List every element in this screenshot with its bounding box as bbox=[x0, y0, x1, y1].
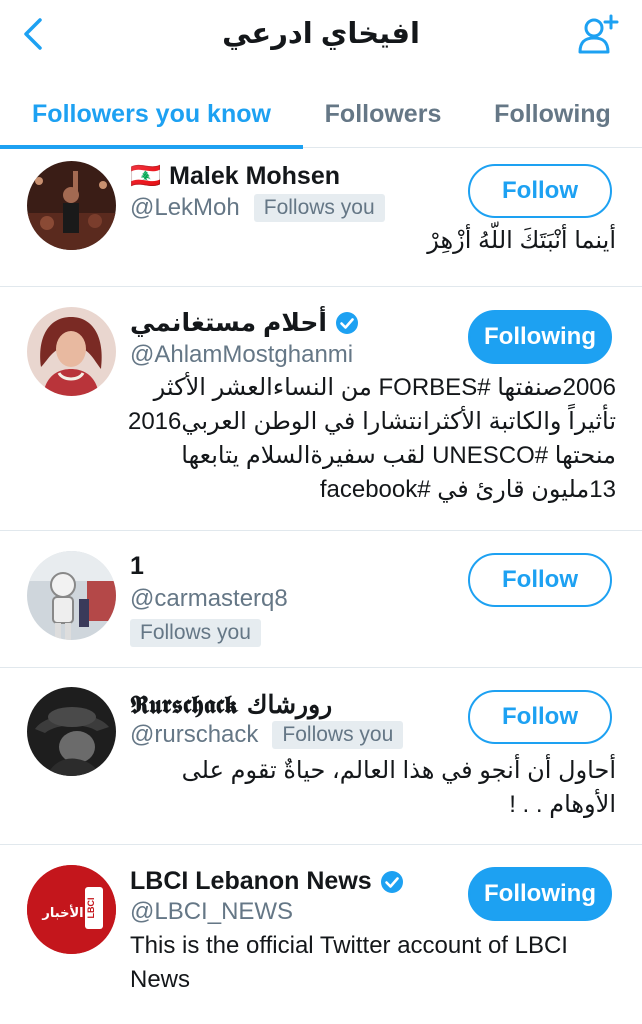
flag-lebanon-icon: 🇱🇧 bbox=[130, 162, 162, 190]
user-handle: @LBCI_NEWS bbox=[130, 898, 294, 925]
display-name: Malek Mohsen bbox=[169, 162, 341, 190]
avatar bbox=[27, 687, 116, 776]
user-name: LBCI Lebanon News bbox=[130, 867, 404, 896]
following-button[interactable]: Following bbox=[468, 867, 612, 921]
follows-you-badge: Follows you bbox=[130, 619, 261, 647]
verified-badge-icon bbox=[335, 312, 358, 334]
avatar bbox=[27, 307, 116, 396]
following-button[interactable]: Following bbox=[468, 310, 612, 364]
user-handle: @LekMoh bbox=[130, 194, 240, 221]
display-name: LBCI Lebanon News bbox=[130, 867, 372, 895]
add-user-icon bbox=[578, 14, 619, 54]
follow-button[interactable]: Follow bbox=[468, 164, 612, 218]
avatar: LBCI الأخبار bbox=[27, 865, 116, 954]
user-handle: @rurschack bbox=[130, 721, 259, 748]
page-title: افيخاي ادرعي bbox=[222, 18, 420, 50]
user-handle: @AhlamMostghanmi bbox=[130, 341, 354, 368]
lbci-logo: LBCI الأخبار bbox=[27, 865, 116, 954]
follow-button[interactable]: Follow bbox=[468, 553, 612, 607]
user-row[interactable]: 1 @carmasterq8 Follows you Follow bbox=[0, 531, 642, 668]
svg-text:الأخبار: الأخبار bbox=[41, 904, 83, 921]
user-handle: @carmasterq8 bbox=[130, 585, 288, 612]
tab-following[interactable]: Following bbox=[463, 80, 642, 148]
tab-followers[interactable]: Followers bbox=[303, 80, 463, 148]
follows-you-badge: Follows you bbox=[253, 194, 385, 222]
user-bio: أينما أنْبَتَكَ اللّهُ أزْهِرْ bbox=[427, 227, 616, 254]
user-row[interactable]: 🇱🇧 Malek Mohsen @LekMoh Follows you أينم… bbox=[0, 148, 642, 287]
user-name: أحلام مستغانمي bbox=[130, 308, 359, 338]
user-name: 𝕽𝖚𝖗𝖘𝖈𝖍𝖆𝖈𝖐 رورشاك bbox=[130, 690, 332, 720]
user-row[interactable]: 𝕽𝖚𝖗𝖘𝖈𝖍𝖆𝖈𝖐 رورشاك @rurschack Follows you … bbox=[0, 668, 642, 845]
user-bio: 2006صنفتها #FORBES من النساءالعشر الأكثر… bbox=[127, 374, 616, 503]
avatar bbox=[27, 551, 116, 640]
handle-line: @rurschack Follows you bbox=[130, 721, 404, 749]
avatar bbox=[27, 161, 116, 250]
badge-line: Follows you bbox=[130, 619, 261, 647]
handle-line: @AhlamMostghanmi bbox=[130, 341, 353, 369]
user-row[interactable]: LBCI الأخبار LBCI Lebanon News @LBCI_NEW… bbox=[0, 845, 642, 1024]
tab-bar: Followers you know Followers Following bbox=[0, 80, 642, 149]
add-user-button[interactable] bbox=[576, 12, 620, 56]
handle-line: @LekMoh Follows you bbox=[130, 194, 385, 222]
user-name: 1 bbox=[130, 552, 144, 581]
user-name: 🇱🇧 Malek Mohsen bbox=[130, 162, 340, 191]
display-name: 𝕽𝖚𝖗𝖘𝖈𝖍𝖆𝖈𝖐 رورشاك bbox=[130, 690, 333, 719]
svg-text:LBCI: LBCI bbox=[86, 898, 96, 919]
verified-badge-icon bbox=[380, 870, 403, 893]
handle-line: @LBCI_NEWS bbox=[130, 898, 293, 926]
user-bio: This is the official Twitter account of … bbox=[130, 932, 568, 993]
user-bio: أحاول أن أنجو في هذا العالم، حياةٌ تقوم … bbox=[181, 757, 616, 818]
follow-button[interactable]: Follow bbox=[468, 690, 612, 744]
handle-line: @carmasterq8 bbox=[130, 585, 288, 613]
user-row[interactable]: أحلام مستغانمي @AhlamMostghanmi 2006صنفت… bbox=[0, 287, 642, 531]
header: افيخاي ادرعي bbox=[0, 0, 642, 70]
follows-you-badge: Follows you bbox=[272, 721, 404, 749]
display-name: 1 bbox=[130, 552, 144, 580]
display-name: أحلام مستغانمي bbox=[130, 309, 327, 337]
tab-followers-you-know[interactable]: Followers you know bbox=[0, 80, 303, 148]
